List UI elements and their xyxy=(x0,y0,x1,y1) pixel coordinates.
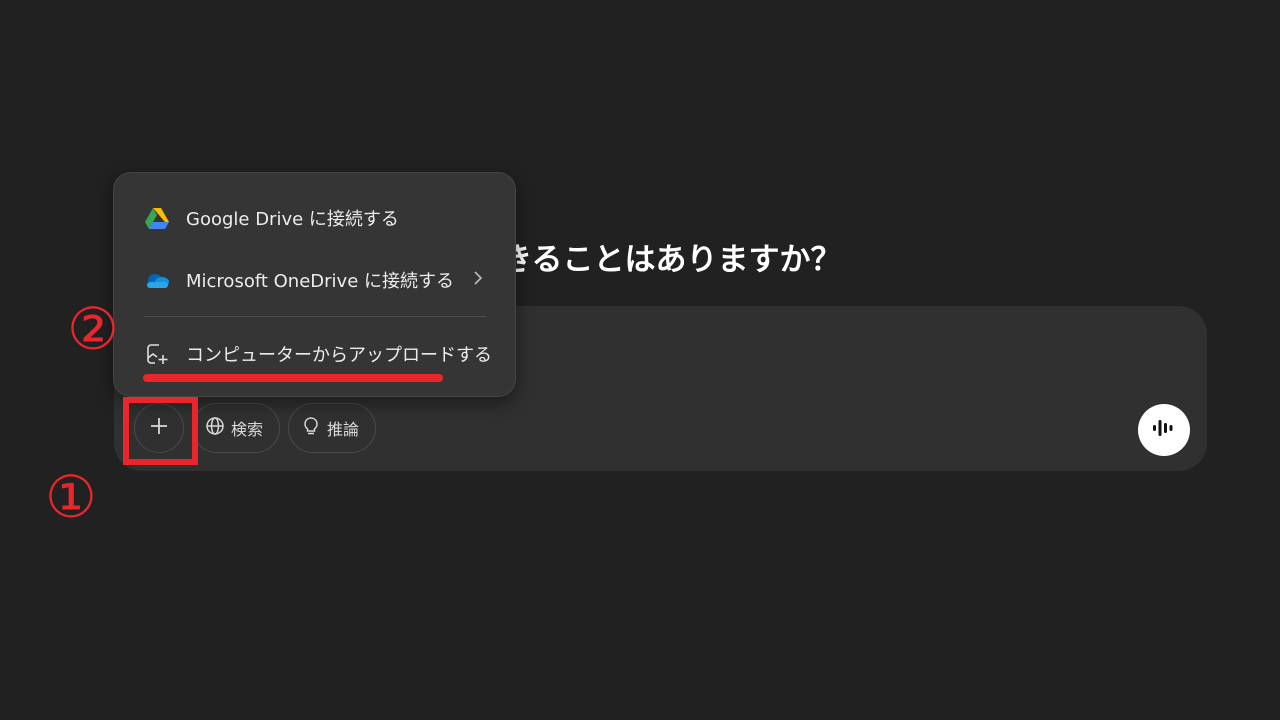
chat-screen: いできることはありますか？ 検索 推論 Google Drive に接続する M… xyxy=(0,0,1280,720)
voice-mode-button[interactable] xyxy=(1138,404,1190,456)
attach-menu: Google Drive に接続する Microsoft OneDrive に接… xyxy=(113,172,516,397)
menu-divider xyxy=(144,316,486,317)
menu-item-label: コンピューターからアップロードする xyxy=(186,345,492,366)
voice-mode-icon xyxy=(1151,416,1177,444)
highlight-underline-upload xyxy=(143,374,443,382)
menu-item-google-drive[interactable]: Google Drive に接続する xyxy=(114,196,515,240)
menu-item-label: Google Drive に接続する xyxy=(186,209,399,230)
menu-item-label: Microsoft OneDrive に接続する xyxy=(186,271,454,292)
search-button[interactable]: 検索 xyxy=(192,403,281,453)
reason-button-label: 推論 xyxy=(327,420,360,439)
upload-file-icon xyxy=(144,341,170,367)
google-drive-icon xyxy=(144,205,170,231)
menu-item-onedrive[interactable]: Microsoft OneDrive に接続する xyxy=(114,258,515,302)
menu-item-upload-from-computer[interactable]: コンピューターからアップロードする xyxy=(114,332,515,376)
chevron-right-icon xyxy=(473,270,483,291)
lightbulb-icon xyxy=(301,416,321,440)
highlight-box-plus xyxy=(123,397,198,465)
reason-button[interactable]: 推論 xyxy=(288,403,377,453)
step-2-marker: ② xyxy=(67,295,119,363)
globe-icon xyxy=(205,416,225,440)
step-1-marker: ① xyxy=(45,463,97,531)
page-heading: いできることはありますか？ xyxy=(440,242,842,278)
search-button-label: 検索 xyxy=(231,420,264,439)
onedrive-icon xyxy=(144,267,170,293)
